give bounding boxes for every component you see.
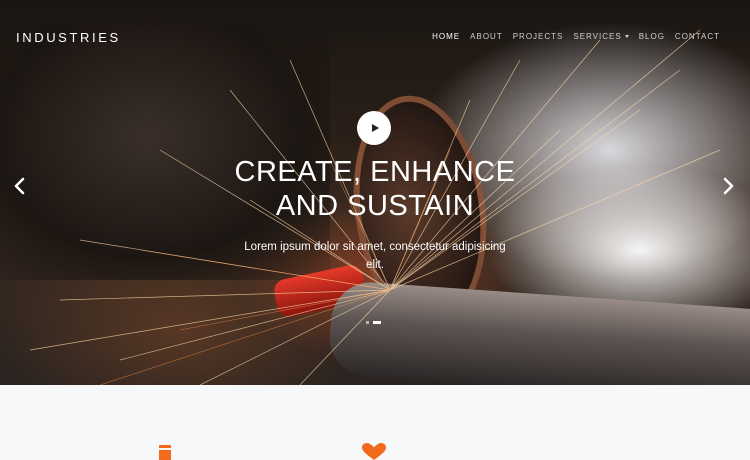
slider-pagination bbox=[366, 321, 381, 324]
hero-subtext: Lorem ipsum dolor sit amet, consectetur … bbox=[244, 241, 506, 271]
features-section bbox=[0, 385, 750, 460]
hero-headline: CREATE, ENHANCE AND SUSTAIN bbox=[0, 155, 750, 223]
nav-services[interactable]: SERVICES bbox=[573, 32, 629, 41]
chevron-left-icon[interactable] bbox=[10, 176, 30, 196]
hero-headline-line-2: AND SUSTAIN bbox=[275, 190, 475, 222]
heart-icon bbox=[362, 443, 386, 460]
slider-dot-2[interactable] bbox=[373, 321, 381, 324]
document-icon bbox=[159, 445, 171, 460]
hero-slider: INDUSTRIES HOME ABOUT PROJECTS SERVICES … bbox=[0, 0, 750, 385]
slider-dot-1[interactable] bbox=[366, 321, 369, 324]
nav-about[interactable]: ABOUT bbox=[470, 32, 503, 41]
nav-services-label: SERVICES bbox=[573, 32, 622, 41]
nav-home[interactable]: HOME bbox=[432, 32, 460, 41]
nav-projects[interactable]: PROJECTS bbox=[513, 32, 564, 41]
nav-contact[interactable]: CONTACT bbox=[675, 32, 720, 41]
nav-blog[interactable]: BLOG bbox=[639, 32, 665, 41]
play-icon bbox=[371, 124, 379, 132]
chevron-right-icon[interactable] bbox=[718, 176, 738, 196]
caret-down-icon bbox=[624, 35, 629, 38]
brand-logo[interactable]: INDUSTRIES bbox=[16, 30, 121, 45]
play-video-button[interactable] bbox=[357, 111, 391, 145]
main-nav: HOME ABOUT PROJECTS SERVICES BLOG CONTAC… bbox=[432, 32, 720, 41]
hero-headline-line-1: CREATE, ENHANCE bbox=[234, 156, 516, 188]
